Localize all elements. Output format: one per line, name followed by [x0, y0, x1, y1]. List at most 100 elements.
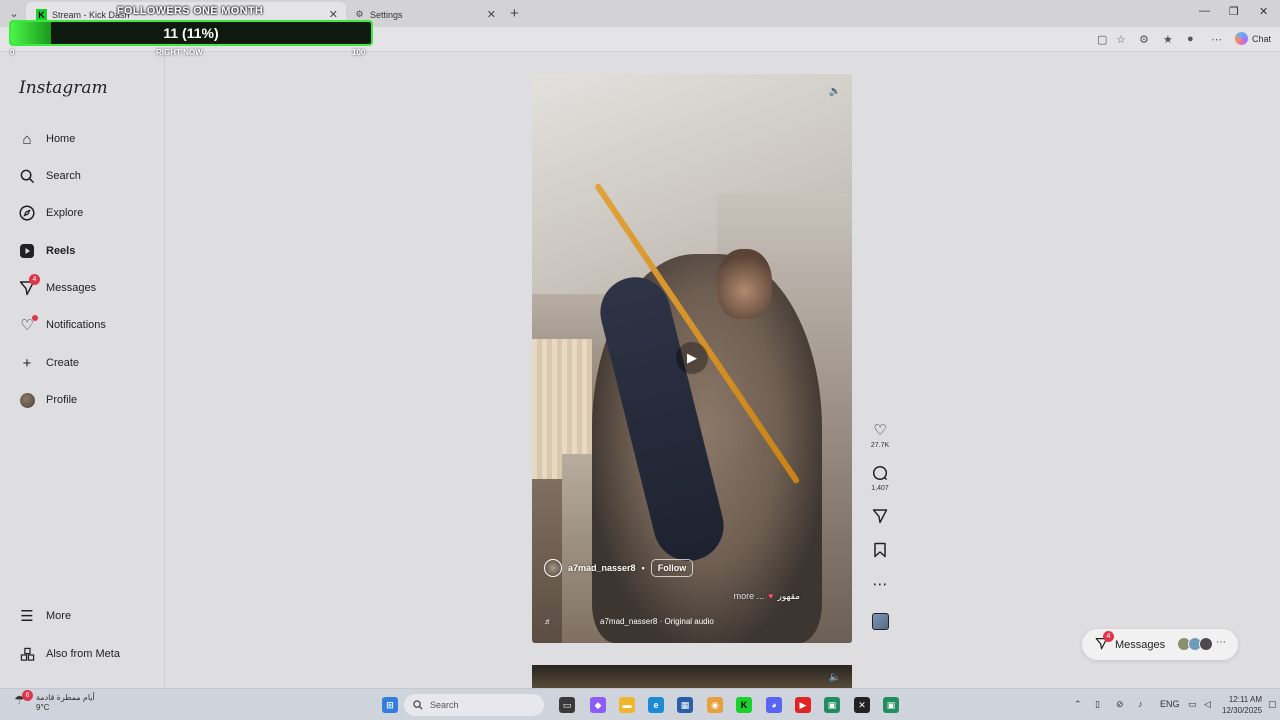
message-avatars: ⋯	[1177, 637, 1226, 651]
extensions-icon[interactable]: ⚙	[1139, 33, 1149, 46]
heart-icon: ♡	[18, 315, 38, 334]
copilot-app-icon[interactable]: ◆	[590, 697, 606, 713]
discord-icon[interactable]: ◕	[766, 697, 782, 713]
heart-icon[interactable]: ♡	[866, 422, 894, 440]
restore-icon[interactable]: ❐	[1229, 5, 1239, 18]
taskbar-search[interactable]: Search	[404, 694, 544, 716]
nav-explore[interactable]: Explore	[18, 201, 83, 225]
reel-video[interactable]: 🔈 ▶ a7mad_nasser8 • Follow more ... ♥ مق…	[532, 74, 852, 643]
messages-badge: 4	[29, 274, 40, 285]
reels-icon	[18, 242, 36, 260]
caption-heart-icon: ♥	[768, 591, 774, 601]
tray-chevron-icon[interactable]: ⌃	[1074, 699, 1082, 710]
tray-network-icon[interactable]: ⊘	[1116, 699, 1124, 710]
nav-search[interactable]: Search	[18, 164, 81, 188]
minimize-icon[interactable]: —	[1199, 5, 1210, 17]
comment-icon[interactable]	[866, 465, 894, 483]
follow-button[interactable]: Follow	[650, 559, 694, 577]
windows-start-icon[interactable]: ⊞	[382, 697, 398, 713]
comment-count: 1,407	[871, 485, 889, 492]
nav-more[interactable]: ☰ More	[18, 604, 71, 628]
more-action[interactable]: ⋯	[866, 576, 894, 594]
nav-label: Explore	[46, 207, 84, 219]
youtube-icon[interactable]: ▶	[795, 697, 811, 713]
favorites-icon[interactable]: ★	[1163, 33, 1173, 46]
audio-thumbnail[interactable]	[871, 613, 889, 630]
instagram-logo[interactable]: Instagram	[19, 78, 108, 98]
nav-label: Also from Meta	[46, 648, 120, 660]
split-screen-icon[interactable]: ▢	[1097, 33, 1107, 46]
favorite-star-icon[interactable]: ☆	[1116, 33, 1126, 46]
taskbar-search-placeholder: Search	[430, 700, 459, 710]
mute-icon[interactable]: 🔈	[826, 669, 844, 687]
caption-more[interactable]: more ...	[734, 591, 765, 602]
share-icon[interactable]	[866, 508, 894, 526]
nav-home[interactable]: ⌂ Home	[18, 127, 75, 151]
audio-page-action[interactable]	[866, 613, 894, 630]
home-icon: ⌂	[22, 130, 32, 148]
close-tab-icon[interactable]: ✕	[487, 8, 496, 21]
nav-profile[interactable]: Profile	[18, 388, 77, 412]
separator-dot: •	[641, 563, 645, 573]
kick-app-icon[interactable]: K	[736, 697, 752, 713]
author-avatar[interactable]	[544, 559, 562, 577]
meta-grid-icon	[18, 645, 36, 663]
more-dots-icon[interactable]: ⋯	[866, 576, 894, 594]
weather-widget[interactable]: ☂ 6 أيام ممطرة قادمة 9°C	[14, 690, 95, 713]
weather-temp: 9°C	[36, 703, 50, 712]
more-dots-icon[interactable]: ⋯	[1211, 33, 1222, 46]
tray-wifi-icon[interactable]: ▭	[1188, 699, 1197, 710]
more-dots-icon: ⋯	[1216, 637, 1226, 648]
reel-audio[interactable]: ♬ a7mad_nasser8 · Original audio	[544, 617, 844, 626]
weather-badge: 6	[22, 690, 33, 701]
edge-browser-icon[interactable]: e	[648, 697, 664, 713]
nav-reels[interactable]: Reels	[18, 239, 75, 263]
music-note-icon: ♬	[544, 617, 552, 626]
nav-create[interactable]: + Create	[18, 351, 79, 375]
reel-author: a7mad_nasser8 • Follow	[544, 559, 694, 577]
nav-also-from-meta[interactable]: Also from Meta	[18, 642, 120, 666]
avatar	[18, 391, 36, 409]
copilot-chat-button[interactable]: Chat	[1235, 32, 1271, 45]
obs-app-icon[interactable]: ◉	[707, 697, 723, 713]
messages-pill[interactable]: 4 Messages ⋯	[1082, 629, 1238, 660]
save-action[interactable]	[866, 542, 894, 560]
overlay-max-label: 100	[352, 48, 366, 57]
mute-icon[interactable]: 🔈	[826, 83, 844, 101]
nav-label: Home	[46, 133, 76, 145]
nav-label: Reels	[46, 245, 76, 257]
play-icon[interactable]: ▶	[676, 342, 708, 374]
notification-dot	[32, 315, 38, 321]
reel-caption[interactable]: more ... ♥ مقهور	[734, 591, 800, 602]
close-window-icon[interactable]: ✕	[1259, 5, 1268, 18]
notification-icon[interactable]: ▢	[1268, 699, 1277, 710]
profile-avatar[interactable]: ●	[1187, 33, 1194, 45]
share-action[interactable]	[866, 508, 894, 526]
system-clock[interactable]: 12:11 AM 12/30/2025	[1222, 694, 1262, 716]
plus-icon: +	[22, 354, 32, 372]
overlay-center-label: RIGHT NOW	[156, 48, 203, 57]
tray-mic-icon[interactable]: ♪	[1138, 699, 1143, 709]
file-explorer-icon[interactable]: ▬	[619, 697, 635, 713]
new-tab-plus-icon[interactable]: +	[510, 5, 519, 22]
language-indicator[interactable]: ENG	[1160, 699, 1180, 709]
avatar	[1199, 637, 1213, 651]
nav-messages[interactable]: 4 Messages	[18, 274, 96, 300]
nav-notifications[interactable]: ♡ Notifications	[18, 313, 106, 337]
xbox-icon[interactable]: ✕	[854, 697, 870, 713]
video-person-head	[717, 249, 772, 319]
store-icon[interactable]: ▦	[677, 697, 693, 713]
tray-battery-icon[interactable]: ▯	[1095, 699, 1100, 710]
compass-icon	[18, 204, 36, 222]
caption-text: مقهور	[777, 591, 800, 601]
bookmark-icon[interactable]	[866, 542, 894, 560]
like-action[interactable]: ♡ 27.7K	[866, 422, 894, 449]
next-reel-preview[interactable]: 🔈	[532, 665, 852, 688]
app-icon[interactable]: ▣	[824, 697, 840, 713]
author-username[interactable]: a7mad_nasser8	[568, 563, 636, 573]
app-icon-2[interactable]: ▣	[883, 697, 899, 713]
tray-volume-icon[interactable]: ◁	[1204, 699, 1211, 710]
chat-label: Chat	[1252, 33, 1272, 44]
task-view-icon[interactable]: ▭	[559, 697, 575, 713]
comment-action[interactable]: 1,407	[866, 465, 894, 492]
